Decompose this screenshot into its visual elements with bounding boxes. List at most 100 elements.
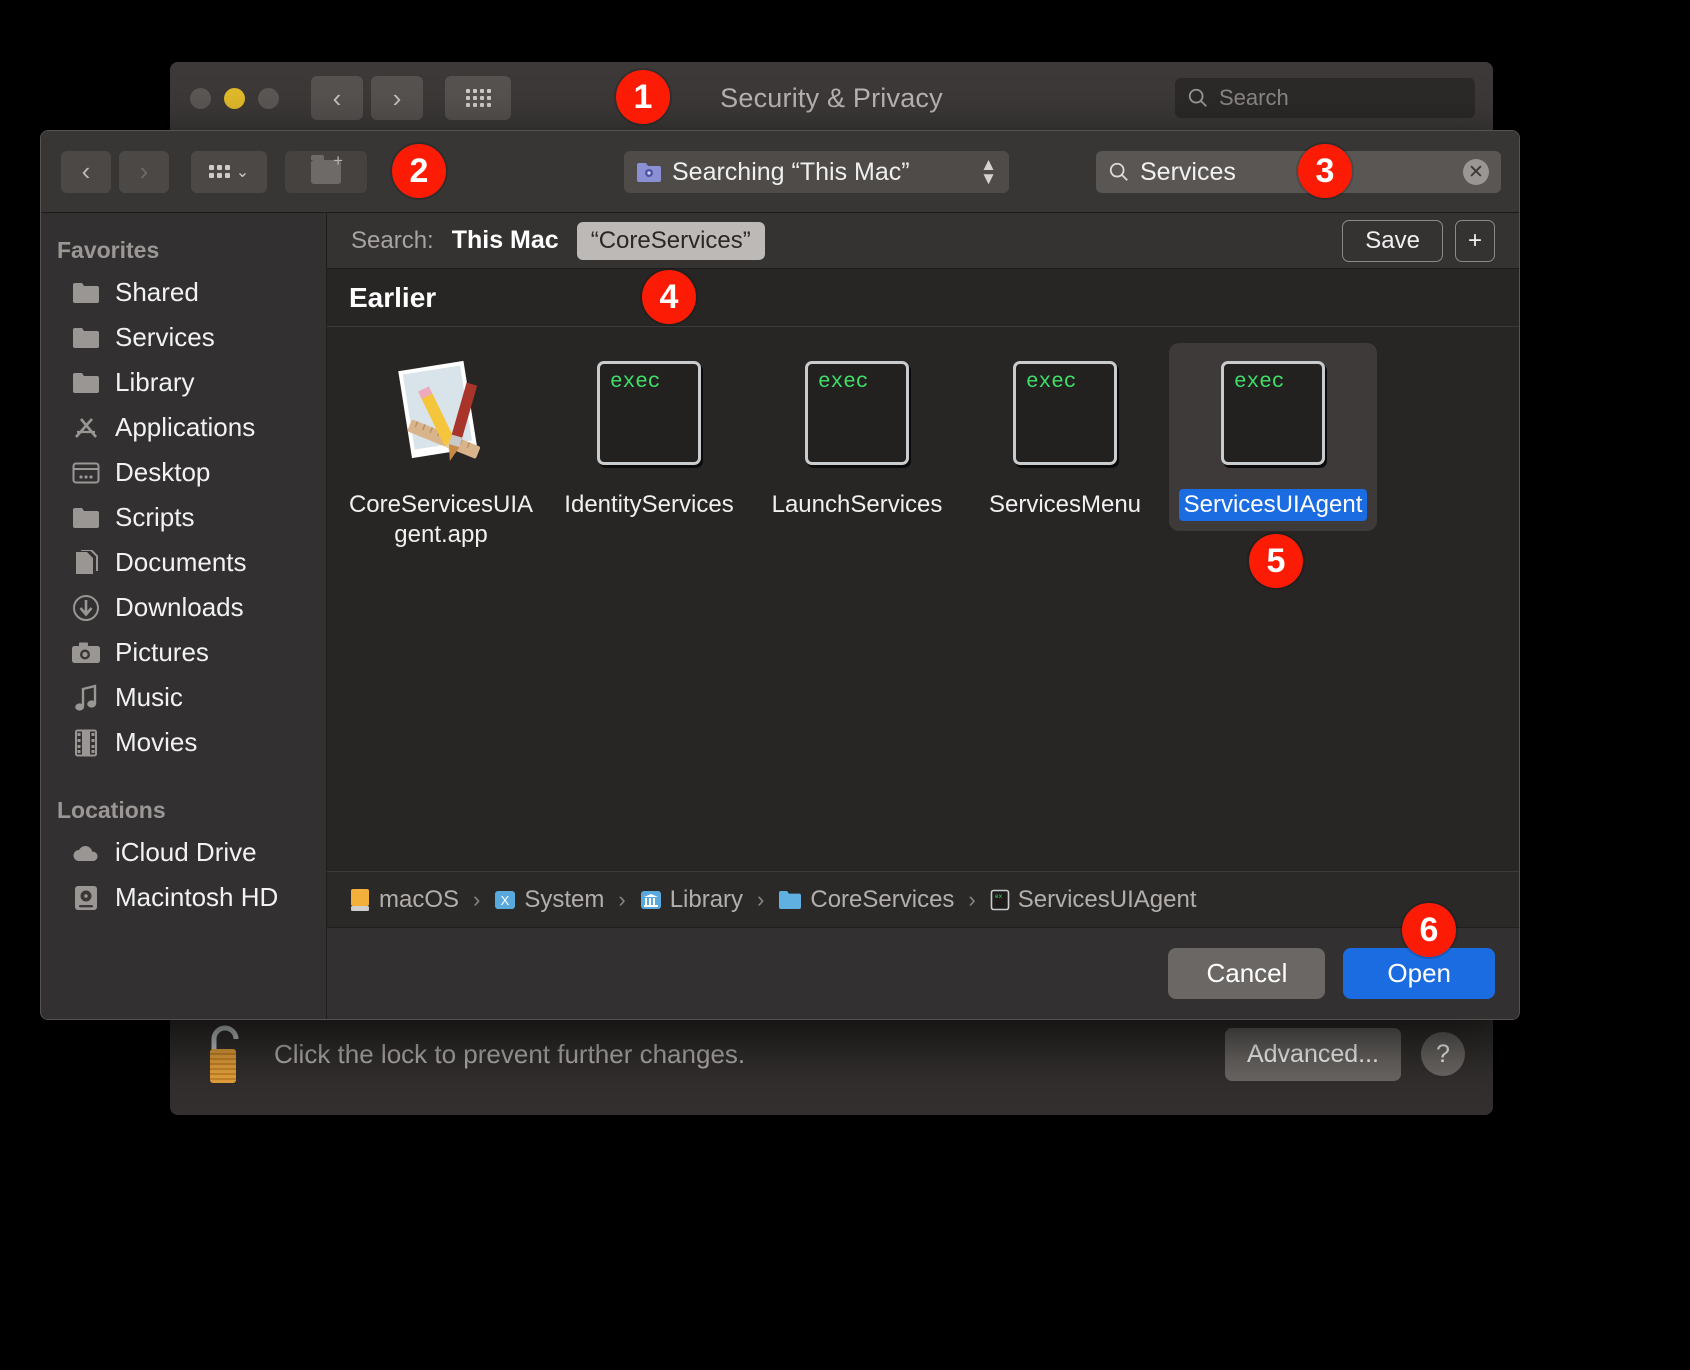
callout-badge-1: 1 — [616, 70, 670, 124]
sidebar-item-music[interactable]: Music — [41, 675, 326, 720]
downloads-icon — [71, 593, 101, 623]
breadcrumb-item-servicesuiagent[interactable]: ex ServicesUIAgent — [990, 886, 1197, 914]
lock-button[interactable] — [198, 1021, 252, 1087]
sp-show-all-button[interactable] — [445, 76, 511, 120]
breadcrumb-label: macOS — [379, 886, 459, 914]
svg-text:ex: ex — [995, 893, 1003, 900]
sidebar-item-label: Desktop — [115, 457, 210, 488]
lock-status-text: Click the lock to prevent further change… — [274, 1039, 745, 1070]
harddisk-icon — [71, 883, 101, 913]
help-button[interactable]: ? — [1421, 1032, 1465, 1076]
sidebar-item-label: Library — [115, 367, 194, 398]
system-folder-icon: X — [494, 889, 516, 911]
breadcrumb-label: ServicesUIAgent — [1018, 886, 1197, 914]
sidebar-item-pictures[interactable]: Pictures — [41, 630, 326, 675]
pictures-icon — [71, 638, 101, 668]
sidebar-item-shared[interactable]: Shared — [41, 270, 326, 315]
exec-file-icon: ex — [990, 889, 1010, 911]
chevron-down-icon: ⌄ — [236, 162, 249, 182]
open-button[interactable]: Open — [1343, 948, 1495, 999]
sidebar-item-label: Movies — [115, 727, 197, 758]
exec-badge-text: exec — [1234, 371, 1284, 394]
file-thumb: exec — [1221, 353, 1325, 473]
sidebar-item-label: Applications — [115, 412, 255, 443]
breadcrumb-separator: › — [757, 887, 764, 913]
path-breadcrumb-bar: macOS › X System › — [327, 871, 1519, 927]
unlocked-lock-icon — [198, 1021, 252, 1087]
folder-icon — [71, 368, 101, 398]
file-thumb: exec — [805, 353, 909, 473]
sp-search-field[interactable]: Search — [1175, 78, 1475, 118]
finder-back-button[interactable]: ‹ — [61, 151, 111, 193]
library-folder-icon — [640, 889, 662, 911]
search-scope-token[interactable]: “CoreServices” — [577, 222, 765, 260]
sidebar-item-label: Macintosh HD — [115, 882, 278, 913]
file-item-coreservicesuiagent[interactable]: CoreServicesUIAgent.app — [337, 343, 545, 561]
sidebar-item-macintosh-hd[interactable]: Macintosh HD — [41, 875, 326, 920]
exec-icon: exec — [1013, 361, 1117, 465]
file-item-servicesuiagent[interactable]: exec ServicesUIAgent — [1169, 343, 1377, 531]
exec-icon: exec — [597, 361, 701, 465]
screen: ‹ › Security & Privacy Search — [0, 0, 1690, 1370]
chevron-right-icon: › — [393, 85, 402, 111]
folder-blue-icon — [778, 890, 802, 910]
search-scope-this-mac[interactable]: This Mac — [452, 226, 559, 255]
sidebar-item-label: Services — [115, 322, 215, 353]
folder-icon — [71, 503, 101, 533]
new-folder-button[interactable] — [285, 151, 367, 193]
sidebar-item-scripts[interactable]: Scripts — [41, 495, 326, 540]
folder-icon — [71, 278, 101, 308]
folder-icon — [71, 323, 101, 353]
sidebar-item-label: Shared — [115, 277, 199, 308]
sidebar-item-library[interactable]: Library — [41, 360, 326, 405]
finder-forward-button[interactable]: › — [119, 151, 169, 193]
path-popup-label: Searching “This Mac” — [672, 158, 910, 187]
file-item-launchservices[interactable]: exec LaunchServices — [753, 343, 961, 531]
save-search-button[interactable]: Save — [1342, 220, 1443, 262]
sidebar-item-desktop[interactable]: Desktop — [41, 450, 326, 495]
close-button[interactable] — [190, 88, 211, 109]
grid-icon — [466, 89, 491, 107]
sidebar-header-locations: Locations — [41, 787, 326, 830]
cancel-button[interactable]: Cancel — [1168, 948, 1325, 999]
sidebar-item-icloud-drive[interactable]: iCloud Drive — [41, 830, 326, 875]
file-label: LaunchServices — [767, 489, 948, 521]
chevron-left-icon: ‹ — [333, 85, 342, 111]
security-privacy-titlebar: ‹ › Security & Privacy Search — [170, 62, 1493, 134]
file-item-servicesmenu[interactable]: exec ServicesMenu — [961, 343, 1169, 531]
minimize-button[interactable] — [224, 88, 245, 109]
exec-badge-text: exec — [610, 371, 660, 394]
breadcrumb-item-library[interactable]: Library — [640, 886, 743, 914]
breadcrumb-item-system[interactable]: X System — [494, 886, 604, 914]
search-icon — [1187, 87, 1209, 109]
path-popup-button[interactable]: Searching “This Mac” ▲▼ — [624, 151, 1009, 193]
callout-badge-3: 3 — [1298, 144, 1352, 198]
smart-folder-icon — [636, 161, 662, 183]
search-scope-bar: Search: This Mac “CoreServices” Save + — [327, 213, 1519, 269]
breadcrumb-item-macos[interactable]: macOS — [349, 886, 459, 914]
zoom-button[interactable] — [258, 88, 279, 109]
sidebar-item-applications[interactable]: Applications — [41, 405, 326, 450]
sidebar-item-documents[interactable]: Documents — [41, 540, 326, 585]
sp-back-button[interactable]: ‹ — [311, 76, 363, 120]
sidebar-item-movies[interactable]: Movies — [41, 720, 326, 765]
sidebar-item-label: Music — [115, 682, 183, 713]
breadcrumb-item-coreservices[interactable]: CoreServices — [778, 886, 954, 914]
advanced-button[interactable]: Advanced... — [1225, 1028, 1401, 1081]
desktop-icon — [71, 458, 101, 488]
add-criteria-button[interactable]: + — [1455, 220, 1495, 262]
exec-icon: exec — [805, 361, 909, 465]
view-options-button[interactable]: ⌄ — [191, 151, 267, 193]
movies-icon — [71, 728, 101, 758]
sidebar-item-services[interactable]: Services — [41, 315, 326, 360]
sidebar-item-downloads[interactable]: Downloads — [41, 585, 326, 630]
file-item-identityservices[interactable]: exec IdentityServices — [545, 343, 753, 531]
icloud-icon — [71, 838, 101, 868]
sidebar-header-favorites: Favorites — [41, 227, 326, 270]
breadcrumb-separator: › — [968, 887, 975, 913]
icon-view-icon — [209, 165, 230, 178]
sidebar-item-label: Pictures — [115, 637, 209, 668]
clear-search-icon[interactable]: ✕ — [1463, 159, 1489, 185]
sp-forward-button[interactable]: › — [371, 76, 423, 120]
breadcrumb-separator: › — [473, 887, 480, 913]
